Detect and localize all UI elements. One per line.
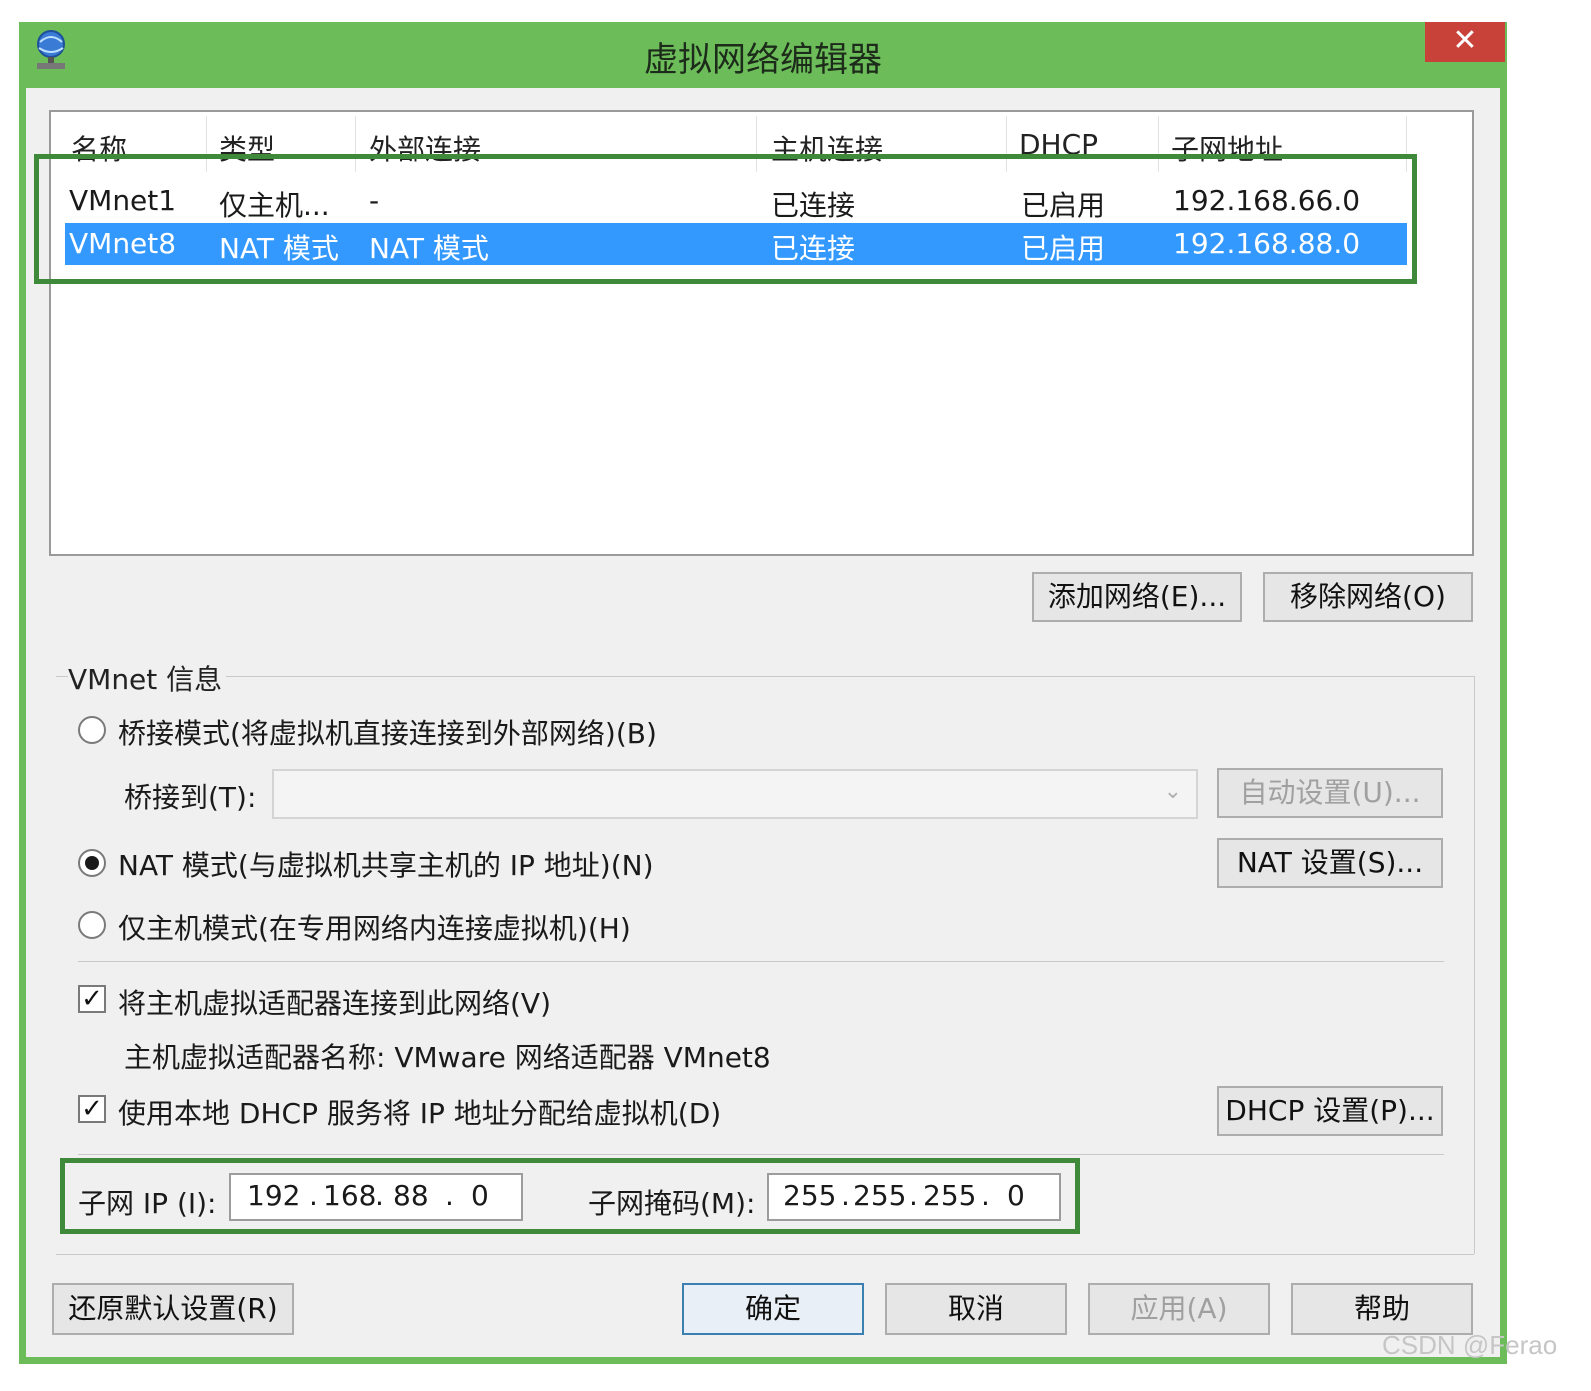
ip-octet-3: 88 [393,1179,429,1212]
close-button[interactable]: ✕ [1425,22,1505,62]
use-dhcp-checkbox[interactable]: ✓ [78,1095,106,1123]
ip-octet-2: 168 [323,1179,377,1212]
column-separator [1406,116,1407,172]
connect-adapter-label[interactable]: 将主机虚拟适配器连接到此网络(V) [118,982,551,1022]
vmnet-info-group-label: VMnet 信息 [68,658,227,698]
list-header: 名称 类型 外部连接 主机连接 DHCP 子网地址 [51,112,1472,172]
ip-dot: . [375,1179,384,1212]
host-only-mode-label[interactable]: 仅主机模式(在专用网络内连接虚拟机)(H) [118,907,631,947]
cell-subnet: 192.168.66.0 [1173,184,1361,217]
dhcp-settings-button[interactable]: DHCP 设置(P)... [1217,1086,1443,1136]
mask-octet-2: 255 [853,1179,907,1212]
nat-mode-radio[interactable] [78,849,106,877]
mask-octet-1: 255 [783,1179,837,1212]
cell-external: - [369,184,380,217]
nat-mode-label[interactable]: NAT 模式(与虚拟机共享主机的 IP 地址)(N) [118,844,654,884]
cell-dhcp: 已启用 [1021,189,1106,222]
cell-host: 已连接 [771,232,856,265]
apply-button[interactable]: 应用(A) [1088,1283,1270,1335]
column-separator [756,116,757,172]
mask-octet-4: 0 [1007,1179,1025,1212]
column-header-name[interactable]: 名称 [71,128,127,168]
use-dhcp-label[interactable]: 使用本地 DHCP 服务将 IP 地址分配给虚拟机(D) [118,1092,721,1132]
subnet-ip-field[interactable]: 192 . 168 . 88 . 0 [229,1173,523,1221]
cell-host: 已连接 [771,189,856,222]
bridged-mode-label[interactable]: 桥接模式(将虚拟机直接连接到外部网络)(B) [118,712,657,752]
virtual-network-editor-window: 虚拟网络编辑器 ✕ 名称 类型 外部连接 主机连接 DHCP 子网地址 VMne… [19,22,1507,1364]
ip-octet-1: 192 [247,1179,301,1212]
column-header-subnet[interactable]: 子网地址 [1171,128,1283,168]
separator-line [78,1154,1444,1155]
cell-dhcp: 已启用 [1021,232,1106,265]
column-separator [1158,116,1159,172]
watermark-text: CSDN @Ferao [1382,1330,1558,1360]
cell-type: NAT 模式 [219,232,339,265]
help-button[interactable]: 帮助 [1291,1283,1473,1335]
ip-dot: . [909,1179,918,1212]
title-bar[interactable]: 虚拟网络编辑器 ✕ [19,22,1507,88]
add-network-button[interactable]: 添加网络(E)... [1032,572,1242,622]
ip-dot: . [445,1179,454,1212]
subnet-mask-field[interactable]: 255 . 255 . 255 . 0 [767,1173,1061,1221]
host-only-mode-radio[interactable] [78,911,106,939]
ip-dot: . [841,1179,850,1212]
adapter-name-text: 主机虚拟适配器名称: VMware 网络适配器 VMnet8 [124,1041,771,1074]
network-list[interactable]: 名称 类型 外部连接 主机连接 DHCP 子网地址 VMnet1 仅主机... … [49,110,1474,556]
column-header-dhcp[interactable]: DHCP [1019,128,1098,161]
dialog-client-area: 名称 类型 外部连接 主机连接 DHCP 子网地址 VMnet1 仅主机... … [26,88,1500,1357]
bridged-to-label: 桥接到(T): [124,781,257,814]
ip-octet-4: 0 [471,1179,489,1212]
separator-line [78,961,1444,962]
subnet-mask-label: 子网掩码(M): [588,1187,756,1220]
cell-name: VMnet8 [69,227,177,260]
window-title: 虚拟网络编辑器 [644,40,882,80]
ip-dot: . [981,1179,990,1212]
cell-type: 仅主机... [219,189,330,222]
remove-network-button[interactable]: 移除网络(O) [1263,572,1473,622]
radio-selected-dot [85,856,99,870]
column-separator [206,116,207,172]
column-separator [355,116,356,172]
column-header-external[interactable]: 外部连接 [369,128,481,168]
mask-octet-3: 255 [923,1179,977,1212]
cell-subnet: 192.168.88.0 [1173,227,1361,260]
bridged-mode-radio[interactable] [78,716,106,744]
subnet-ip-label: 子网 IP (I): [78,1187,217,1220]
network-row-vmnet1[interactable]: VMnet1 仅主机... - 已连接 已启用 192.168.66.0 [65,180,1407,222]
ok-button[interactable]: 确定 [682,1283,864,1335]
auto-settings-button[interactable]: 自动设置(U)... [1217,768,1443,818]
ip-dot: . [309,1179,318,1212]
cell-external: NAT 模式 [369,232,489,265]
column-header-host[interactable]: 主机连接 [771,128,883,168]
cell-name: VMnet1 [69,184,177,217]
cancel-button[interactable]: 取消 [885,1283,1067,1335]
group-top-border [56,676,1474,677]
group-bottom-border [56,1254,1474,1255]
bridged-to-dropdown[interactable]: ⌄ [272,769,1198,819]
column-separator [1006,116,1007,172]
group-right-border [1474,676,1475,1254]
chevron-down-icon: ⌄ [1163,779,1182,804]
network-row-vmnet8[interactable]: VMnet8 NAT 模式 NAT 模式 已连接 已启用 192.168.88.… [65,223,1407,265]
nat-settings-button[interactable]: NAT 设置(S)... [1217,838,1443,888]
connect-adapter-checkbox[interactable]: ✓ [78,985,106,1013]
restore-defaults-button[interactable]: 还原默认设置(R) [52,1283,294,1335]
column-header-type[interactable]: 类型 [219,128,275,168]
